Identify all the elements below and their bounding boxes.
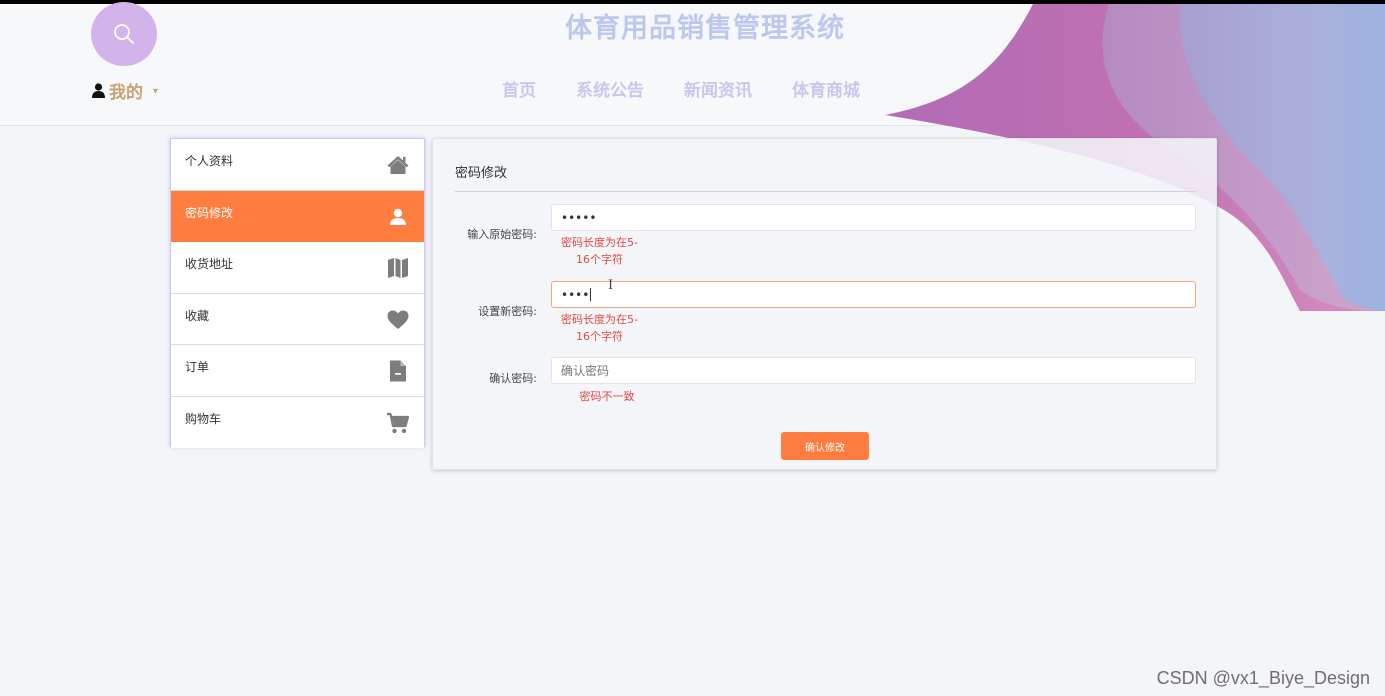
sidebar-item-password[interactable]: 密码修改 <box>171 190 424 242</box>
main-nav: 首页 系统公告 新闻资讯 体育商城 <box>502 76 860 101</box>
sidebar-item-favorites[interactable]: 收藏 <box>171 293 424 345</box>
chevron-down-icon: ▾ <box>153 86 159 97</box>
sidebar-item-label: 个人资料 <box>185 154 234 168</box>
sidebar-item-label: 密码修改 <box>185 205 234 220</box>
confirm-password-input[interactable]: 确认密码 <box>551 357 1196 384</box>
new-password-value: •••• <box>561 287 590 302</box>
map-icon <box>388 258 408 278</box>
new-password-error: 密码长度为在5- 16个字符 <box>551 311 648 345</box>
sidebar-item-label: 收藏 <box>185 308 210 323</box>
document-icon <box>390 360 406 382</box>
search-button[interactable] <box>91 2 157 66</box>
sidebar-item-label: 订单 <box>185 360 210 374</box>
old-password-error-line: 密码长度为在5- <box>561 236 638 249</box>
site-title: 体育用品销售管理系统 <box>565 13 845 44</box>
new-password-label: 设置新密码: <box>478 305 537 318</box>
user-icon <box>390 208 406 225</box>
ibeam-cursor-icon: I <box>608 278 614 293</box>
sidebar-menu: 个人资料 密码修改 收货地址 收藏 订单 购物车 <box>170 138 425 448</box>
password-change-panel: 密码修改 输入原始密码: ••••• 密码长度为在5- 16个字符 设置新密码:… <box>432 138 1217 470</box>
user-menu-label: 我的 <box>109 83 143 103</box>
old-password-error-line: 16个字符 <box>576 253 623 266</box>
confirm-change-button[interactable]: 确认修改 <box>781 432 869 460</box>
new-password-error-line: 16个字符 <box>576 330 623 343</box>
nav-home[interactable]: 首页 <box>502 76 536 101</box>
sidebar-item-cart[interactable]: 购物车 <box>171 396 424 448</box>
sidebar-item-label: 购物车 <box>185 411 222 426</box>
heart-icon <box>387 310 409 329</box>
confirm-password-error: 密码不一致 <box>579 390 635 403</box>
sidebar-item-label: 收货地址 <box>185 257 234 271</box>
panel-divider <box>455 191 1196 192</box>
old-password-error: 密码长度为在5- 16个字符 <box>551 234 648 268</box>
panel-title: 密码修改 <box>455 166 508 181</box>
confirm-password-placeholder: 确认密码 <box>561 364 610 378</box>
old-password-value: ••••• <box>561 210 597 225</box>
new-password-error-line: 密码长度为在5- <box>561 313 638 326</box>
user-icon <box>92 83 105 98</box>
confirm-password-label: 确认密码: <box>489 372 537 385</box>
old-password-label: 输入原始密码: <box>467 228 537 241</box>
home-icon <box>387 156 409 174</box>
user-menu[interactable]: 我的 ▾ <box>92 78 158 103</box>
window-top-border <box>0 0 1385 4</box>
cart-icon <box>387 412 410 433</box>
search-icon <box>114 24 134 44</box>
text-cursor <box>590 288 592 301</box>
old-password-input[interactable]: ••••• <box>551 204 1196 231</box>
nav-news[interactable]: 新闻资讯 <box>684 76 752 101</box>
new-password-input[interactable]: •••• <box>551 281 1196 308</box>
nav-mall[interactable]: 体育商城 <box>792 76 860 101</box>
sidebar-item-address[interactable]: 收货地址 <box>171 242 424 294</box>
sidebar-item-profile[interactable]: 个人资料 <box>171 139 424 191</box>
watermark: CSDN @vx1_Biye_Design <box>1156 668 1370 688</box>
nav-announcements[interactable]: 系统公告 <box>576 76 644 101</box>
sidebar-item-orders[interactable]: 订单 <box>171 345 424 397</box>
